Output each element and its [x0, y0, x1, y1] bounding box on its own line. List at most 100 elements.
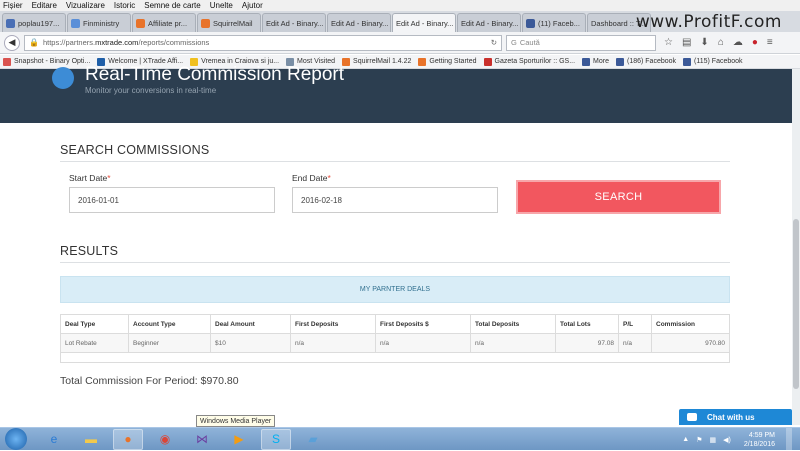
column-header[interactable]: Deal Type [60, 314, 129, 334]
table-row: Lot Rebate Beginner $10 n/a n/a n/a 97.0… [60, 333, 730, 353]
cell-total-lots: 97.08 [555, 333, 619, 353]
logo-prefix: www. [635, 12, 684, 32]
cell-account-type: Beginner [128, 333, 211, 353]
tab-label: Affiliate pr... [148, 18, 188, 28]
end-date-label: End Date* [292, 173, 331, 183]
watermark-logo: www.ProfitF.com [636, 12, 782, 32]
file-explorer-icon[interactable]: ▬ [76, 429, 106, 450]
bookmark-item[interactable]: Snapshot - Binary Opti... [3, 57, 90, 66]
bookmark-item[interactable]: (115) Facebook [683, 57, 743, 66]
logo-suffix: .com [738, 12, 782, 32]
column-header[interactable]: Account Type [128, 314, 211, 334]
menu-icon[interactable]: ≡ [767, 37, 773, 48]
firefox-icon [418, 57, 427, 66]
menu-tools[interactable]: Unelte [210, 0, 233, 11]
chat-bubble-icon[interactable]: ☁ [733, 37, 743, 48]
menu-bar: Fișier Editare Vizualizare Istoric Semne… [0, 0, 800, 11]
url-host: mxtrade.com [95, 38, 139, 47]
tab-label: poplau197... [18, 18, 60, 28]
page-scrollbar[interactable] [792, 69, 800, 425]
divider [60, 161, 730, 162]
cell-first-deposits-amount: n/a [375, 333, 471, 353]
column-header[interactable]: First Deposits [290, 314, 376, 334]
divider [60, 262, 730, 263]
browser-tab-active[interactable]: Edit Ad - Binary... [392, 13, 456, 32]
media-player-icon[interactable]: ▶ [224, 429, 254, 450]
column-header[interactable]: Total Deposits [470, 314, 556, 334]
facebook-icon [582, 57, 591, 66]
network-icon[interactable]: ▦ [710, 436, 717, 444]
system-clock[interactable]: 4:59 PM 2/18/2016 [744, 431, 775, 449]
back-button[interactable]: ◀ [4, 34, 20, 51]
clock-time: 4:59 PM [748, 431, 775, 439]
results-section-title: RESULTS [60, 244, 119, 258]
start-button[interactable] [5, 428, 27, 450]
menu-bookmarks[interactable]: Semne de carte [144, 0, 200, 11]
search-button[interactable]: SEARCH [516, 180, 721, 214]
menu-edit[interactable]: Editare [32, 0, 57, 11]
chat-widget-button[interactable]: Chat with us [679, 409, 792, 425]
internet-explorer-icon[interactable]: e [39, 429, 69, 450]
bookmark-label: Getting Started [429, 58, 477, 65]
bookmark-label: More [593, 58, 609, 65]
browser-tab[interactable]: (11) Faceb... [522, 13, 586, 32]
menu-view[interactable]: Vizualizare [66, 0, 105, 11]
scrollbar-thumb[interactable] [793, 219, 799, 389]
search-input[interactable]: G Caută [506, 34, 656, 51]
bookmark-item[interactable]: Getting Started [418, 57, 477, 66]
pinterest-icon[interactable]: ● [752, 37, 758, 48]
reload-icon[interactable]: ↻ [491, 38, 497, 47]
bookmark-label: (115) Facebook [694, 58, 743, 65]
menu-help[interactable]: Ajutor [242, 0, 263, 11]
browser-tab[interactable]: Edit Ad - Binary... [327, 13, 391, 32]
commissions-table: Deal Type Account Type Deal Amount First… [60, 314, 730, 353]
chrome-icon[interactable]: ◉ [150, 429, 180, 450]
start-date-label: Start Date* [69, 173, 111, 183]
cell-first-deposits: n/a [290, 333, 376, 353]
column-header[interactable]: Commission [651, 314, 730, 334]
home-icon[interactable]: ⌂ [718, 37, 724, 48]
browser-tab[interactable]: Edit Ad - Binary... [262, 13, 326, 32]
browser-tab[interactable]: Finministry [67, 13, 131, 32]
column-header[interactable]: First Deposits $ [375, 314, 471, 334]
facebook-icon [616, 57, 624, 66]
firefox-icon[interactable]: ● [113, 428, 143, 450]
address-bar[interactable]: 🔒 https://partners. mxtrade.com/reports/c… [24, 34, 502, 51]
flag-icon[interactable]: ⚑ [696, 436, 702, 444]
browser-tab[interactable]: Affiliate pr... [132, 13, 196, 32]
chat-bubble-icon [687, 413, 697, 421]
start-date-label-text: Start Date [69, 173, 108, 183]
tray-expand-icon[interactable]: ▲ [682, 436, 689, 443]
system-tray: ▲ ⚑ ▦ ◀) 4:59 PM 2/18/2016 [682, 428, 792, 451]
browser-tab[interactable]: Edit Ad - Binary... [457, 13, 521, 32]
browser-tab[interactable]: poplau197... [2, 13, 66, 32]
column-header[interactable]: Total Lots [555, 314, 619, 334]
skype-icon[interactable]: S [261, 428, 291, 450]
table-header-row: Deal Type Account Type Deal Amount First… [60, 314, 730, 334]
facebook-icon [526, 18, 535, 28]
menu-history[interactable]: Istoric [114, 0, 135, 11]
end-date-input[interactable]: 2016-02-18 [292, 187, 498, 213]
mail-icon [6, 18, 15, 28]
bookmark-item[interactable]: SquirrelMail 1.4.22 [342, 57, 411, 66]
document-icon[interactable]: ▰ [298, 429, 328, 450]
star-icon[interactable]: ☆ [664, 37, 673, 48]
column-header[interactable]: Deal Amount [210, 314, 291, 334]
browser-tab[interactable]: SquirrelMail [197, 13, 261, 32]
required-marker: * [327, 173, 331, 183]
bookmark-item[interactable]: (186) Facebook [616, 57, 676, 66]
end-date-value: 2016-02-18 [301, 195, 342, 205]
column-header[interactable]: P/L [618, 314, 652, 334]
partner-deals-banner[interactable]: MY PARNTER DEALS [60, 276, 730, 303]
bookmark-item[interactable]: Gazeta Sporturilor :: GS... [483, 57, 575, 66]
visual-studio-icon[interactable]: ⋈ [187, 429, 217, 450]
page-title: Real-Time Commission Report [85, 64, 345, 85]
reading-list-icon[interactable]: ▤ [682, 37, 691, 48]
chart-pie-icon [52, 67, 74, 89]
menu-file[interactable]: Fișier [3, 0, 23, 11]
volume-icon[interactable]: ◀) [723, 436, 731, 444]
download-icon[interactable]: ⬇ [700, 37, 708, 48]
bookmark-item[interactable]: More [582, 57, 609, 66]
start-date-input[interactable]: 2016-01-01 [69, 187, 275, 213]
show-desktop-button[interactable] [786, 428, 792, 451]
